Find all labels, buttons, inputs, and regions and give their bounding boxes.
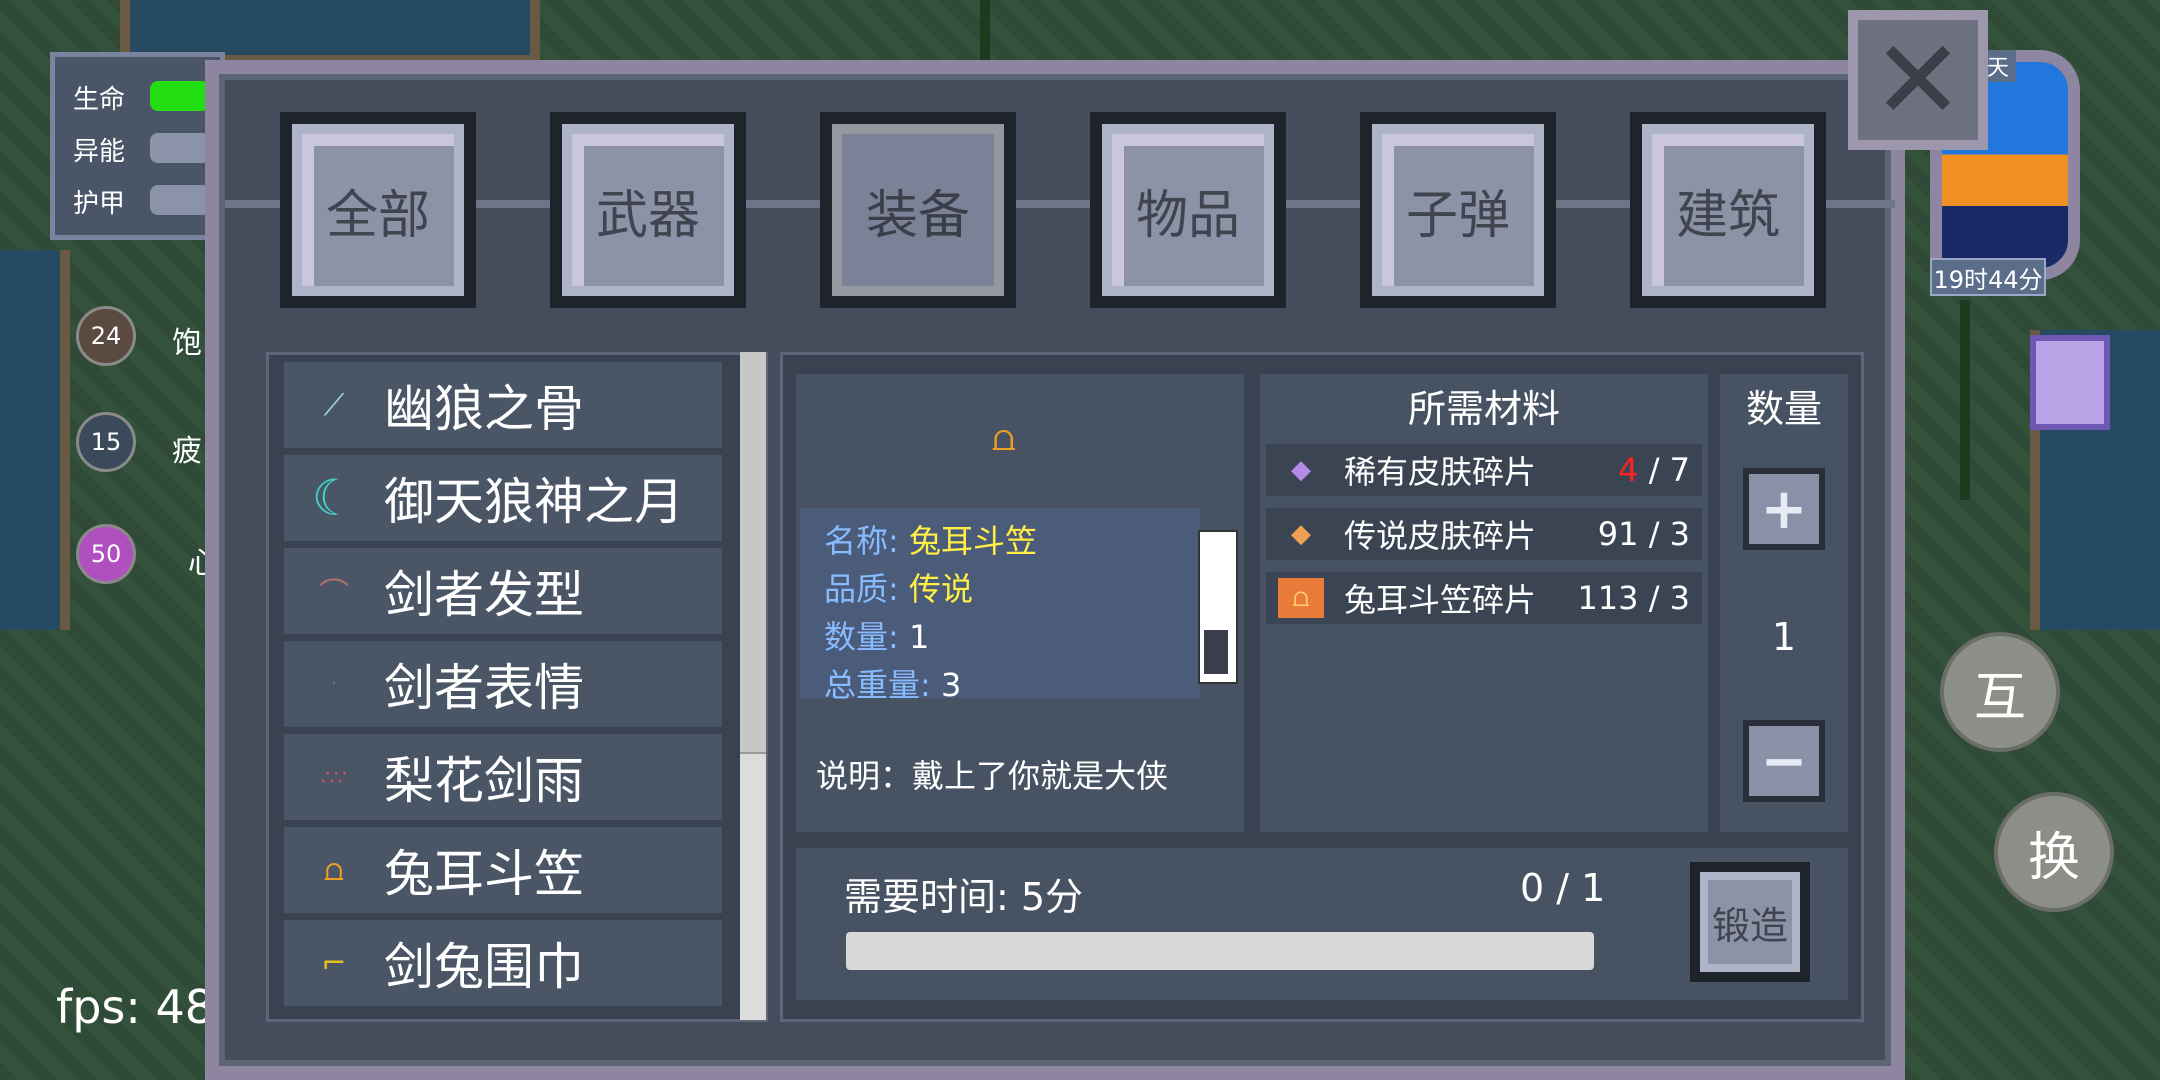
material-have: 4 bbox=[1618, 451, 1639, 489]
material-need: / 3 bbox=[1648, 579, 1690, 617]
close-button[interactable]: ✕ bbox=[1848, 10, 1988, 150]
mood-icon: 50 bbox=[76, 524, 136, 584]
info-quality: 品质: 传说 bbox=[824, 564, 973, 610]
hat-shard-icon: ⩍ bbox=[1278, 578, 1324, 618]
hair-icon: ⌒ bbox=[319, 577, 349, 612]
water-pond bbox=[0, 250, 70, 630]
quantity-title: 数量 bbox=[1745, 387, 1822, 431]
info-scrollbar-thumb[interactable] bbox=[1204, 630, 1228, 674]
info-count-key: 数量: bbox=[824, 618, 899, 656]
fps-counter: fps: 48 bbox=[56, 980, 215, 1034]
scarf-icon: ⌐ bbox=[321, 945, 347, 981]
tab-bullets[interactable]: 子弹 bbox=[1360, 112, 1556, 308]
bamboo-plant bbox=[980, 0, 990, 60]
list-item[interactable]: ⌒ 剑者发型 bbox=[284, 548, 722, 634]
hunger-value: 24 bbox=[90, 322, 122, 350]
craft-progress-bar bbox=[846, 932, 1594, 970]
armor-label: 护甲 bbox=[73, 189, 126, 219]
list-scrollbar-thumb[interactable] bbox=[740, 352, 766, 754]
info-name: 名称: 兔耳斗笠 bbox=[824, 516, 1037, 562]
hp-bar bbox=[150, 81, 210, 111]
quantity-minus-button[interactable]: − bbox=[1743, 720, 1825, 802]
item-name: 御天狼神之月 bbox=[384, 473, 684, 531]
status-hud: 生命 异能 护甲 bbox=[50, 52, 225, 240]
list-item[interactable]: ∴∵ 梨花剑雨 bbox=[284, 734, 722, 820]
quest-scroll-icon[interactable] bbox=[2030, 335, 2110, 430]
switch-button[interactable]: 换 bbox=[1994, 792, 2114, 912]
orange-shard-icon: ◆ bbox=[1291, 519, 1311, 549]
info-weight: 总重量: 3 bbox=[824, 660, 961, 706]
item-description: 说明：戴上了你就是大侠 bbox=[796, 716, 1244, 832]
quantity-plus-button[interactable]: + bbox=[1743, 468, 1825, 550]
material-need: / 7 bbox=[1648, 451, 1690, 489]
info-name-value: 兔耳斗笠 bbox=[908, 522, 1037, 560]
material-row: ◆ 传说皮肤碎片 91 / 3 bbox=[1266, 508, 1702, 560]
item-name: 兔耳斗笠 bbox=[384, 845, 584, 903]
bamboo-plant bbox=[1960, 300, 1970, 500]
item-name: 梨花剑雨 bbox=[384, 752, 584, 810]
info-quality-value: 传说 bbox=[908, 570, 973, 608]
list-item[interactable]: ⩍ 兔耳斗笠 bbox=[284, 827, 722, 913]
mood-value: 50 bbox=[90, 540, 122, 568]
hunger-label: 饱 bbox=[172, 326, 202, 361]
material-need: / 3 bbox=[1648, 515, 1690, 553]
tab-items[interactable]: 物品 bbox=[1090, 112, 1286, 308]
info-count-value: 1 bbox=[908, 618, 930, 656]
hunger-icon: 24 bbox=[76, 306, 136, 366]
list-item[interactable]: ☾ 御天狼神之月 bbox=[284, 455, 722, 541]
hat-icon: ⩍ bbox=[324, 852, 344, 888]
material-row: ⩍ 兔耳斗笠碎片 113 / 3 bbox=[1266, 572, 1702, 624]
list-item[interactable]: · 剑者表情 bbox=[284, 641, 722, 727]
tab-weapons[interactable]: 武器 bbox=[550, 112, 746, 308]
face-icon: · bbox=[331, 676, 337, 692]
plus-icon: + bbox=[1760, 476, 1808, 542]
purple-shard-icon: ◆ bbox=[1291, 455, 1311, 485]
material-name: 稀有皮肤碎片 bbox=[1344, 453, 1537, 491]
material-have: 91 bbox=[1597, 515, 1639, 553]
info-name-key: 名称: bbox=[824, 522, 899, 560]
moon-icon: ☾ bbox=[311, 469, 357, 527]
fatigue-value: 15 bbox=[90, 428, 122, 456]
tab-buildings[interactable]: 建筑 bbox=[1630, 112, 1826, 308]
minus-icon: − bbox=[1760, 728, 1808, 794]
hp-label: 生命 bbox=[73, 85, 126, 115]
time-label: 19时44分 bbox=[1930, 258, 2046, 296]
fatigue-label: 疲 bbox=[172, 434, 202, 469]
item-name: 剑者表情 bbox=[384, 659, 584, 717]
item-name: 幽狼之骨 bbox=[384, 380, 584, 438]
armor-bar bbox=[150, 185, 210, 215]
quantity-value: 1 bbox=[1771, 615, 1797, 659]
list-item[interactable]: ⌐ 剑兔围巾 bbox=[284, 920, 722, 1006]
petal-icon: ∴∵ bbox=[321, 765, 347, 789]
info-quality-key: 品质: bbox=[824, 570, 899, 608]
item-name: 剑者发型 bbox=[384, 566, 584, 624]
info-weight-value: 3 bbox=[940, 666, 962, 704]
interact-button[interactable]: 互 bbox=[1940, 632, 2060, 752]
material-row: ◆ 稀有皮肤碎片 4 / 7 bbox=[1266, 444, 1702, 496]
material-name: 传说皮肤碎片 bbox=[1344, 517, 1537, 555]
forge-button[interactable]: 锻造 bbox=[1690, 862, 1810, 982]
craft-time-label: 需要时间: 5分 bbox=[844, 875, 1084, 919]
craft-progress-count: 0 / 1 bbox=[1520, 866, 1606, 910]
bone-icon: ⟋ bbox=[323, 387, 345, 423]
tab-all[interactable]: 全部 bbox=[280, 112, 476, 308]
material-have: 113 bbox=[1577, 579, 1639, 617]
hat-icon: ⩍ bbox=[992, 418, 1016, 459]
material-name: 兔耳斗笠碎片 bbox=[1344, 581, 1537, 619]
list-item[interactable]: ⟋ 幽狼之骨 bbox=[284, 362, 722, 448]
tab-equipment[interactable]: 装备 bbox=[820, 112, 1016, 308]
energy-bar bbox=[150, 133, 210, 163]
fatigue-icon: 15 bbox=[76, 412, 136, 472]
close-icon: ✕ bbox=[1871, 16, 1965, 144]
energy-label: 异能 bbox=[73, 137, 126, 167]
item-name: 剑兔围巾 bbox=[384, 938, 584, 996]
info-count: 数量: 1 bbox=[824, 612, 929, 658]
materials-title: 所需材料 bbox=[1407, 387, 1560, 431]
info-weight-key: 总重量: bbox=[824, 666, 931, 704]
